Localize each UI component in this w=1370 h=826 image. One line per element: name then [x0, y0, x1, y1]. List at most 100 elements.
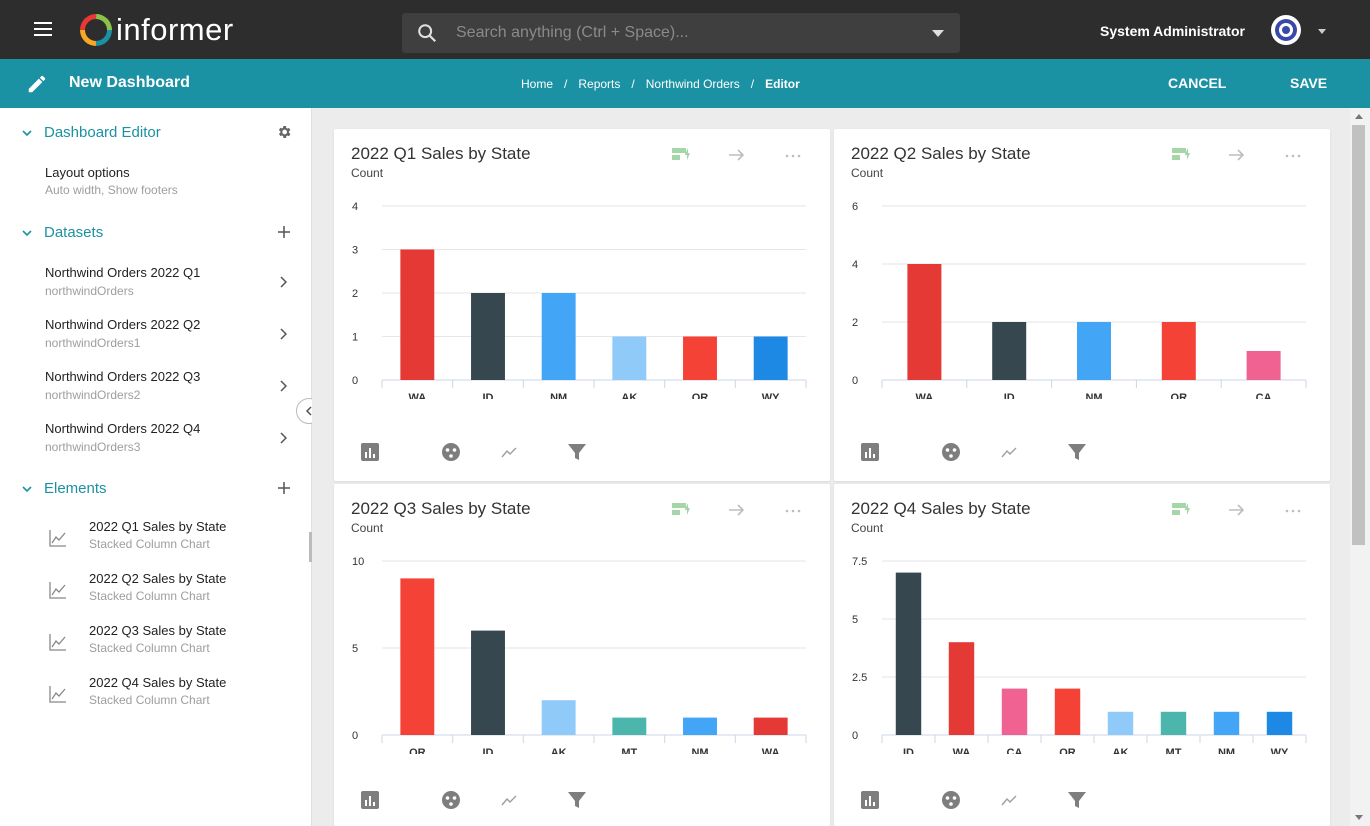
filter-icon[interactable]	[1067, 442, 1087, 462]
user-name[interactable]: System Administrator	[1100, 23, 1245, 39]
x-tick-label: ID	[903, 747, 914, 754]
bar[interactable]	[895, 572, 922, 735]
bar[interactable]	[683, 336, 717, 381]
dataset-title: Northwind Orders 2022 Q4	[45, 421, 201, 436]
search-bar[interactable]	[402, 13, 960, 53]
gear-icon[interactable]	[276, 124, 292, 140]
bar[interactable]	[541, 293, 576, 380]
bar[interactable]	[1107, 711, 1134, 735]
line-chart-icon[interactable]	[499, 442, 519, 462]
bar[interactable]	[907, 264, 942, 380]
breadcrumb-reports[interactable]: Reports	[578, 77, 620, 91]
bar[interactable]	[948, 642, 975, 735]
breadcrumb-northwind-orders[interactable]: Northwind Orders	[646, 77, 740, 91]
bar[interactable]	[1213, 711, 1240, 735]
dataset-subtitle: northwindOrders	[45, 284, 134, 298]
cancel-button[interactable]: CANCEL	[1168, 75, 1226, 91]
palette-icon[interactable]	[941, 790, 961, 810]
hamburger-icon[interactable]	[34, 22, 52, 36]
avatar[interactable]	[1270, 14, 1302, 46]
dataset-subtitle: northwindOrders1	[45, 336, 141, 350]
line-chart-icon[interactable]	[999, 790, 1019, 810]
scroll-up-icon[interactable]	[1355, 114, 1363, 119]
x-tick-label: NM	[691, 747, 708, 754]
chevron-right-icon[interactable]	[279, 328, 287, 340]
line-chart-icon	[49, 530, 66, 547]
filter-icon[interactable]	[567, 442, 587, 462]
chart-card[interactable]: 2022 Q1 Sales by State Count 0 1 2 3 4 WA ID NM AK…	[334, 129, 830, 481]
palette-icon[interactable]	[441, 790, 461, 810]
line-chart-icon[interactable]	[499, 790, 519, 810]
chevron-down-icon	[22, 129, 32, 136]
palette-icon[interactable]	[441, 442, 461, 462]
bar-chart-icon[interactable]	[360, 442, 380, 462]
search-input[interactable]	[456, 24, 906, 42]
datasets-heading[interactable]: Datasets	[22, 224, 103, 241]
bar[interactable]	[471, 293, 505, 380]
x-tick-label: MT	[621, 747, 637, 754]
layout-options-subtitle: Auto width, Show footers	[45, 183, 178, 197]
palette-icon[interactable]	[941, 442, 961, 462]
breadcrumb-home[interactable]: Home	[521, 77, 553, 91]
x-tick-label: OR	[409, 747, 426, 754]
x-tick-label: ID	[483, 392, 494, 399]
line-chart-icon[interactable]	[999, 442, 1019, 462]
bar[interactable]	[753, 717, 788, 735]
y-tick-label: 0	[352, 375, 358, 387]
dashboard-title[interactable]: New Dashboard	[69, 74, 190, 92]
save-button[interactable]: SAVE	[1290, 75, 1327, 91]
chart-card[interactable]: 2022 Q4 Sales by State Count 0 2.5 5 7.5 ID WA C…	[834, 484, 1330, 826]
x-tick-label: WY	[762, 392, 780, 399]
app-logo[interactable]: informer	[80, 12, 234, 48]
y-tick-label: 2.5	[852, 672, 867, 684]
breadcrumb-editor: Editor	[765, 77, 800, 91]
x-tick-label: CA	[1007, 747, 1023, 754]
x-tick-label: WA	[762, 747, 780, 754]
bar[interactable]	[1246, 351, 1281, 380]
bar[interactable]	[753, 336, 788, 381]
scrollbar-thumb[interactable]	[1352, 125, 1365, 545]
search-icon	[418, 24, 437, 43]
y-tick-label: 4	[852, 259, 858, 271]
bar[interactable]	[400, 249, 435, 381]
scroll-down-icon[interactable]	[1355, 815, 1363, 820]
bar[interactable]	[992, 322, 1027, 380]
x-tick-label: NM	[550, 392, 567, 399]
bar[interactable]	[1054, 688, 1081, 735]
y-tick-label: 2	[352, 288, 358, 300]
bar[interactable]	[1160, 711, 1187, 735]
y-tick-label: 0	[852, 730, 858, 742]
bar[interactable]	[1266, 711, 1293, 735]
filter-icon[interactable]	[567, 790, 587, 810]
chevron-right-icon[interactable]	[279, 380, 287, 392]
bar[interactable]	[1077, 322, 1111, 380]
bar[interactable]	[612, 717, 647, 735]
filter-icon[interactable]	[1067, 790, 1087, 810]
chevron-right-icon[interactable]	[279, 276, 287, 288]
bar[interactable]	[471, 630, 505, 735]
add-dataset-plus-icon[interactable]	[276, 224, 292, 240]
add-element-plus-icon[interactable]	[276, 480, 292, 496]
dashboard-editor-heading[interactable]: Dashboard Editor	[22, 124, 161, 141]
search-dropdown-icon[interactable]	[932, 30, 944, 37]
line-chart-icon	[49, 634, 66, 651]
y-tick-label: 4	[352, 201, 358, 213]
chart-card[interactable]: 2022 Q2 Sales by State Count 0 2 4 6 WA ID NM OR C…	[834, 129, 1330, 481]
bar-chart-icon[interactable]	[860, 790, 880, 810]
bar[interactable]	[400, 578, 435, 735]
bar-chart-icon[interactable]	[360, 790, 380, 810]
chart-card[interactable]: 2022 Q3 Sales by State Count 0 5 10 OR ID AK MT N…	[334, 484, 830, 826]
bar[interactable]	[683, 717, 717, 735]
bar-chart-icon[interactable]	[860, 442, 880, 462]
chevron-right-icon[interactable]	[279, 432, 287, 444]
main-scrollbar[interactable]	[1350, 108, 1370, 826]
bar[interactable]	[612, 336, 647, 381]
elements-heading[interactable]: Elements	[22, 480, 107, 497]
bar[interactable]	[1001, 688, 1028, 735]
dataset-subtitle: northwindOrders2	[45, 388, 141, 402]
y-tick-label: 1	[352, 332, 358, 344]
bar[interactable]	[1161, 322, 1196, 380]
chevron-down-icon	[22, 485, 32, 492]
user-menu-dropdown-icon[interactable]	[1318, 29, 1326, 34]
bar[interactable]	[541, 700, 576, 735]
